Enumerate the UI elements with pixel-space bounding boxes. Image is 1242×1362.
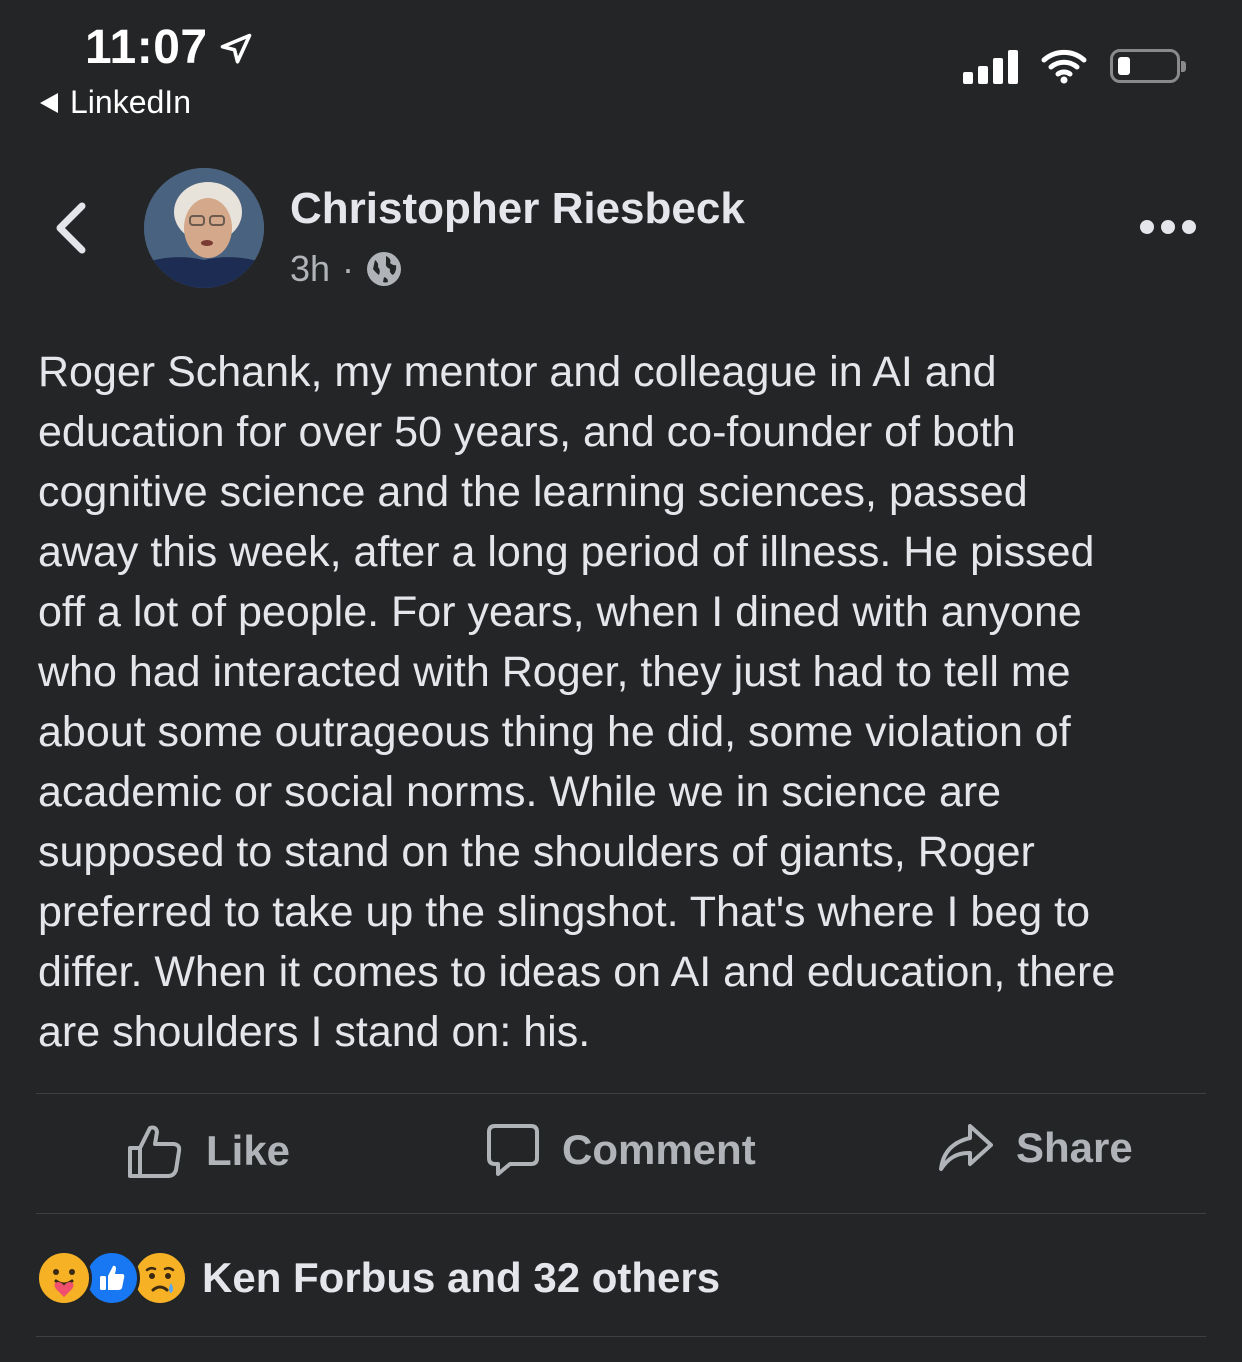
post-line: preferred to take up the slingshot. That…	[38, 888, 1090, 936]
post-line: supposed to stand on the shoulders of gi…	[38, 828, 1035, 876]
post-line: education for over 50 years, and co-foun…	[38, 408, 1016, 456]
more-dot	[1161, 220, 1175, 234]
divider-bottom	[36, 1213, 1206, 1214]
post-line: about some outrageous thing he did, some…	[38, 708, 1071, 756]
post-actions-bar: Like Comment Share	[0, 1094, 1242, 1214]
status-time: 11:07	[85, 20, 254, 75]
back-button[interactable]	[50, 200, 90, 261]
facebook-post-screen: 11:07 LinkedIn Christopher Riesbeck 3h ·…	[0, 0, 1242, 1362]
like-reaction-icon	[84, 1250, 140, 1306]
author-avatar[interactable]	[144, 168, 264, 288]
battery-icon	[1110, 49, 1186, 83]
post-line: who had interacted with Roger, they just…	[38, 648, 1071, 696]
post-meta: 3h ·	[290, 248, 402, 290]
post-line: away this week, after a long period of i…	[38, 528, 1095, 576]
location-arrow-icon	[220, 33, 251, 64]
share-label: Share	[1016, 1124, 1133, 1171]
meta-separator: ·	[342, 248, 355, 289]
back-to-app-link[interactable]: LinkedIn	[38, 84, 191, 121]
post-body: Roger Schank, my mentor and colleague in…	[38, 342, 1208, 1062]
sad-reaction-icon	[132, 1250, 188, 1306]
post-line: off a lot of people. For years, when I d…	[38, 588, 1082, 636]
author-name[interactable]: Christopher Riesbeck	[290, 184, 745, 234]
comment-button[interactable]: Comment	[486, 1122, 756, 1178]
chevron-left-icon	[56, 202, 86, 254]
status-indicators	[963, 48, 1186, 84]
cellular-signal-icon	[963, 48, 1018, 84]
thumbs-up-icon	[128, 1125, 182, 1178]
status-time-text: 11:07	[85, 21, 208, 74]
comment-label: Comment	[562, 1126, 756, 1173]
share-button[interactable]: Share	[938, 1122, 1133, 1174]
more-options-button[interactable]	[1140, 220, 1196, 234]
globe-icon	[367, 252, 402, 286]
post-line: cognitive science and the learning scien…	[38, 468, 1028, 516]
more-dot	[1140, 220, 1154, 234]
wifi-icon	[1041, 49, 1087, 84]
back-app-label: LinkedIn	[70, 84, 191, 120]
post-line: differ. When it comes to ideas on AI and…	[38, 948, 1116, 996]
comment-bubble-icon	[487, 1124, 539, 1176]
divider-footer	[36, 1336, 1206, 1337]
more-dot	[1182, 220, 1196, 234]
post-line: Roger Schank, my mentor and colleague in…	[38, 348, 997, 396]
reactions-summary[interactable]: Ken Forbus and 32 others	[36, 1250, 720, 1306]
avatar-portrait	[144, 168, 264, 288]
like-label: Like	[206, 1127, 291, 1174]
like-button[interactable]: Like	[126, 1122, 290, 1180]
care-reaction-icon	[36, 1250, 92, 1306]
reaction-summary-text: Ken Forbus and 32 others	[202, 1254, 721, 1301]
post-timestamp[interactable]: 3h	[290, 248, 330, 290]
post-line: academic or social norms. While we in sc…	[38, 768, 1002, 816]
post-line: are shoulders I stand on: his.	[38, 1008, 591, 1056]
back-triangle-icon	[40, 92, 58, 113]
share-arrow-icon	[939, 1124, 993, 1171]
